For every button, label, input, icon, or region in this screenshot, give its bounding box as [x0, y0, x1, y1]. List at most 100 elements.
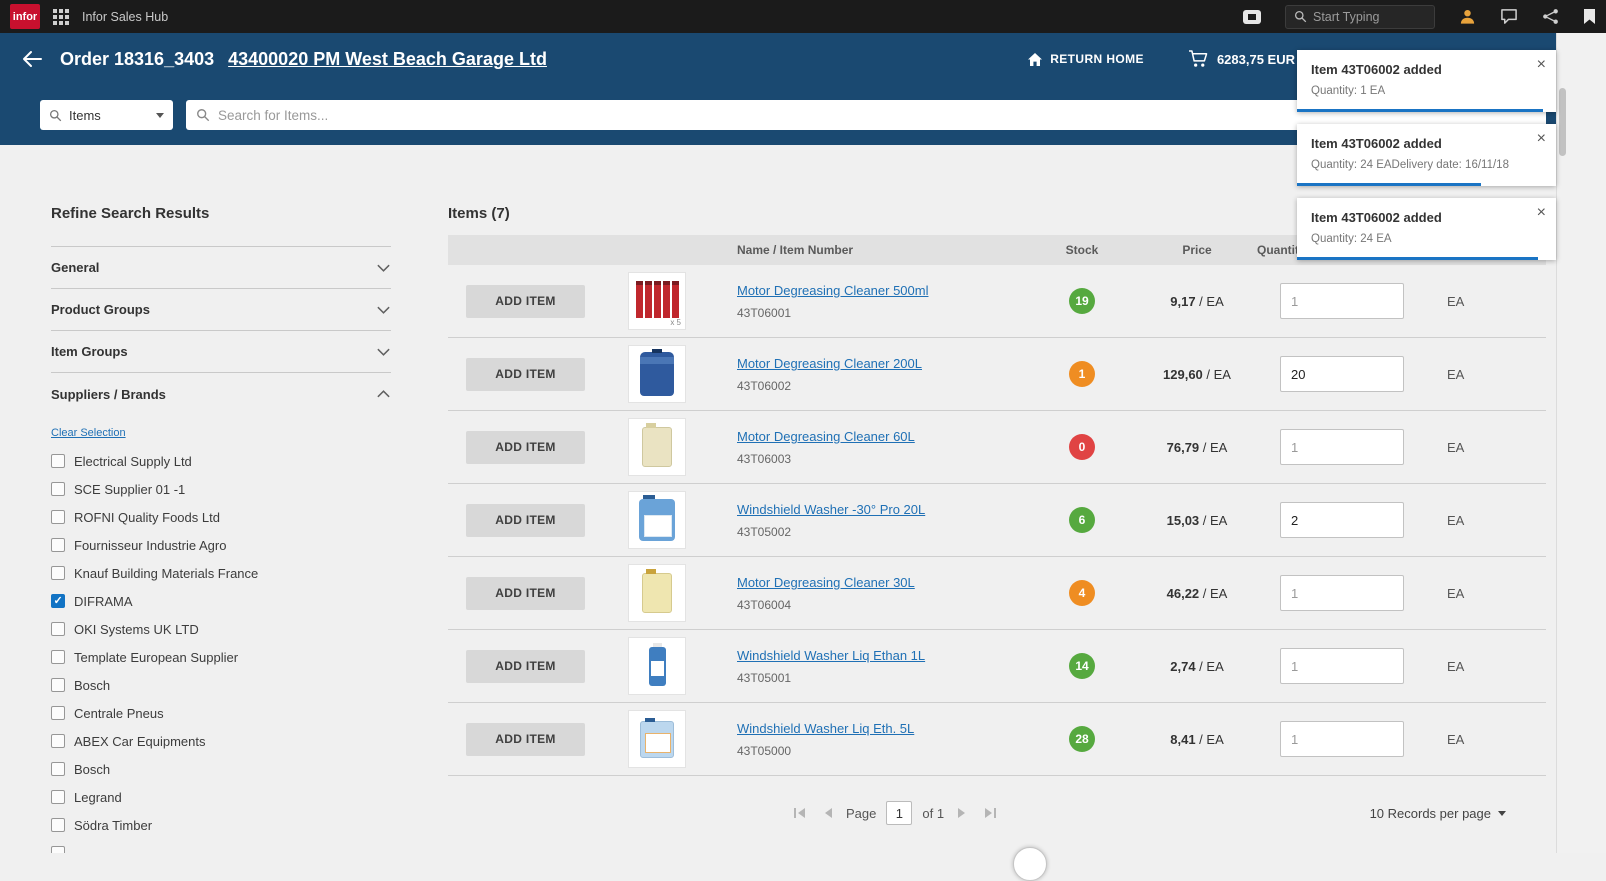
filter-section-header[interactable]: Item Groups	[51, 331, 391, 373]
checkbox-icon[interactable]	[51, 762, 65, 776]
bookmark-icon[interactable]	[1583, 8, 1596, 25]
close-icon[interactable]: ×	[1537, 205, 1546, 221]
unit-label: EA	[1447, 367, 1546, 382]
records-per-page[interactable]: 10 Records per page	[1370, 790, 1506, 836]
item-number: 43T06001	[737, 306, 1027, 320]
last-page-button[interactable]	[980, 807, 1000, 819]
quantity-input[interactable]	[1280, 575, 1404, 611]
item-name-link[interactable]: Windshield Washer Liq Ethan 1L	[737, 648, 925, 663]
supplier-filter-option[interactable]: Fournisseur Industrie Agro	[51, 531, 391, 559]
chat-icon[interactable]	[1500, 8, 1518, 25]
checkbox-icon[interactable]	[51, 538, 65, 552]
product-image	[628, 637, 686, 695]
prev-page-button[interactable]	[820, 807, 836, 819]
search-icon	[1294, 10, 1307, 23]
return-home-button[interactable]: RETURN HOME	[1027, 52, 1144, 67]
supplier-label: Electrical Supply Ltd	[74, 454, 192, 469]
checkbox-icon[interactable]	[51, 846, 65, 853]
quantity-input[interactable]	[1280, 502, 1404, 538]
search-category-select[interactable]: Items	[40, 100, 173, 130]
back-button[interactable]	[21, 50, 43, 68]
checkbox-icon[interactable]	[51, 706, 65, 720]
supplier-filter-option[interactable]: Electrical Supply Ltd	[51, 447, 391, 475]
add-item-button[interactable]: ADD ITEM	[466, 723, 585, 756]
checkbox-icon[interactable]	[51, 594, 65, 608]
share-icon[interactable]	[1542, 8, 1559, 25]
supplier-filter-option[interactable]: Knauf Building Materials France	[51, 559, 391, 587]
supplier-label: Template European Supplier	[74, 650, 238, 665]
checkbox-icon[interactable]	[51, 818, 65, 832]
display-icon[interactable]	[1243, 10, 1261, 24]
add-item-button[interactable]: ADD ITEM	[466, 504, 585, 537]
close-icon[interactable]: ×	[1537, 131, 1546, 147]
filter-section-header[interactable]: Suppliers / Brands	[51, 373, 391, 415]
item-name-link[interactable]: Motor Degreasing Cleaner 200L	[737, 356, 922, 371]
fab-peek[interactable]	[1013, 847, 1047, 881]
quantity-input[interactable]	[1280, 283, 1404, 319]
toast-title: Item 43T06002 added	[1311, 210, 1532, 225]
supplier-filter-option[interactable]: Bosch	[51, 671, 391, 699]
checkbox-icon[interactable]	[51, 734, 65, 748]
add-item-button[interactable]: ADD ITEM	[466, 358, 585, 391]
supplier-label: Bosch	[74, 762, 110, 777]
infor-logo[interactable]: infor	[10, 4, 40, 29]
cart-icon	[1188, 50, 1209, 68]
filter-section-header[interactable]: General	[51, 247, 391, 289]
checkbox-icon[interactable]	[51, 454, 65, 468]
supplier-filter-option[interactable]	[51, 839, 391, 853]
unit-label: EA	[1447, 659, 1546, 674]
next-page-button[interactable]	[954, 807, 970, 819]
checkbox-icon[interactable]	[51, 482, 65, 496]
page-input[interactable]	[886, 801, 912, 825]
toast-detail: Quantity: 1 EA	[1311, 85, 1532, 97]
checkbox-icon[interactable]	[51, 622, 65, 636]
checkbox-icon[interactable]	[51, 790, 65, 804]
add-item-button[interactable]: ADD ITEM	[466, 650, 585, 683]
scrollbar-track[interactable]	[1556, 33, 1606, 853]
checkbox-icon[interactable]	[51, 566, 65, 580]
supplier-filter-option[interactable]: Bosch	[51, 755, 391, 783]
quantity-input[interactable]	[1280, 721, 1404, 757]
item-name-link[interactable]: Windshield Washer Liq Eth. 5L	[737, 721, 914, 736]
item-name-link[interactable]: Windshield Washer -30° Pro 20L	[737, 502, 925, 517]
item-name-link[interactable]: Motor Degreasing Cleaner 500ml	[737, 283, 928, 298]
supplier-filter-option[interactable]: Centrale Pneus	[51, 699, 391, 727]
page-of-label: of 1	[922, 806, 944, 821]
topbar-search-input[interactable]	[1313, 10, 1426, 24]
checkbox-icon[interactable]	[51, 510, 65, 524]
supplier-filter-option[interactable]: OKI Systems UK LTD	[51, 615, 391, 643]
product-image	[628, 710, 686, 768]
supplier-filter-option[interactable]: Legrand	[51, 783, 391, 811]
supplier-filter-option[interactable]: ABEX Car Equipments	[51, 727, 391, 755]
user-icon[interactable]	[1459, 8, 1476, 25]
item-name-link[interactable]: Motor Degreasing Cleaner 60L	[737, 429, 915, 444]
filter-section-header[interactable]: Product Groups	[51, 289, 391, 331]
add-item-button[interactable]: ADD ITEM	[466, 431, 585, 464]
scrollbar-thumb[interactable]	[1559, 88, 1566, 156]
supplier-filter-option[interactable]: Template European Supplier	[51, 643, 391, 671]
item-row: ADD ITEM Motor Degreasing Cleaner 60L 43…	[448, 411, 1546, 484]
supplier-filter-option[interactable]: Södra Timber	[51, 811, 391, 839]
supplier-filter-option[interactable]: DIFRAMA	[51, 587, 391, 615]
cart-summary[interactable]: 6283,75 EUR	[1188, 50, 1295, 68]
stock-badge: 28	[1069, 726, 1095, 752]
add-item-button[interactable]: ADD ITEM	[466, 577, 585, 610]
clear-selection-link[interactable]: Clear Selection	[51, 427, 126, 439]
app-launcher-icon[interactable]	[53, 9, 69, 25]
product-image-note: x 5	[670, 318, 681, 327]
checkbox-icon[interactable]	[51, 650, 65, 664]
supplier-filter-option[interactable]: ROFNI Quality Foods Ltd	[51, 503, 391, 531]
quantity-input[interactable]	[1280, 429, 1404, 465]
checkbox-icon[interactable]	[51, 678, 65, 692]
customer-link[interactable]: 43400020 PM West Beach Garage Ltd	[228, 49, 547, 70]
supplier-filter-option[interactable]: SCE Supplier 01 -1	[51, 475, 391, 503]
add-item-button[interactable]: ADD ITEM	[466, 285, 585, 318]
close-icon[interactable]: ×	[1537, 57, 1546, 73]
quantity-input[interactable]	[1280, 648, 1404, 684]
unit-label: EA	[1447, 440, 1546, 455]
topbar-search[interactable]	[1285, 5, 1435, 29]
first-page-button[interactable]	[790, 807, 810, 819]
item-name-link[interactable]: Motor Degreasing Cleaner 30L	[737, 575, 915, 590]
quantity-input[interactable]	[1280, 356, 1404, 392]
toast-stack: Item 43T06002 added Quantity: 1 EA × Ite…	[1297, 50, 1556, 272]
